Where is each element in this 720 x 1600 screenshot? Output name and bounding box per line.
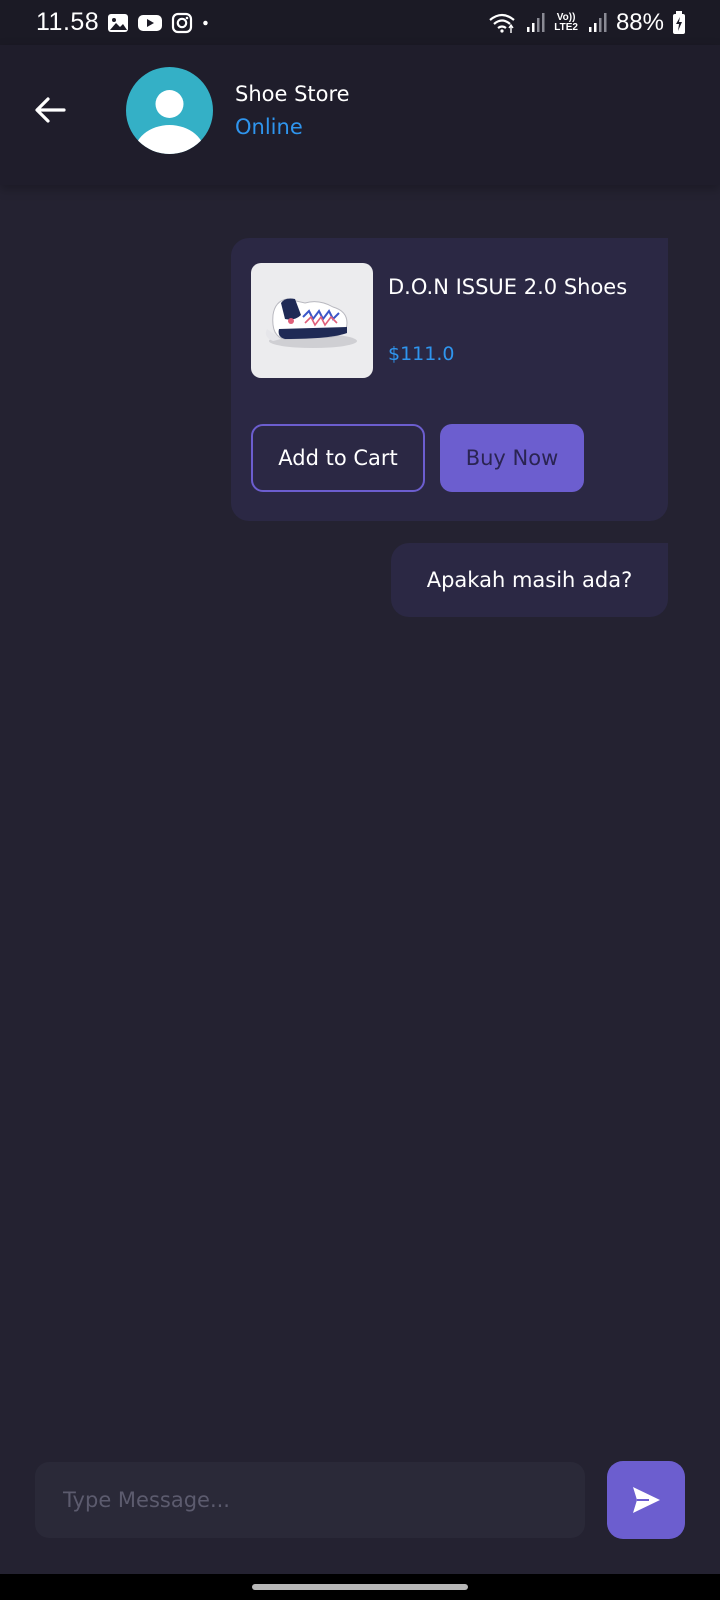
product-image (251, 263, 373, 378)
message-input[interactable] (35, 1462, 585, 1538)
back-arrow-icon (35, 97, 66, 123)
dot-icon (203, 20, 208, 25)
back-button[interactable] (30, 90, 70, 130)
text-message-bubble: Apakah masih ada? (391, 543, 668, 617)
signal-icon (588, 12, 607, 32)
status-bar: 11.58 Vo)) LTE2 88% (0, 0, 720, 45)
instagram-icon (172, 12, 193, 33)
lte-top: Vo)) (556, 11, 576, 23)
navigation-bar (0, 1574, 720, 1600)
shoe-icon (265, 298, 357, 348)
battery-icon (673, 10, 685, 34)
product-name: D.O.N ISSUE 2.0 Shoes (388, 275, 628, 299)
status-time: 11.58 (36, 8, 100, 36)
youtube-icon (138, 14, 163, 31)
buy-now-button[interactable]: Buy Now (440, 424, 584, 492)
lte-bottom: LTE2 (554, 21, 578, 33)
product-message-bubble: D.O.N ISSUE 2.0 Shoes $111.0 Add to Cart… (231, 238, 668, 521)
lte-indicator: Vo)) LTE2 (554, 11, 578, 33)
store-name: Shoe Store (235, 82, 350, 106)
gallery-icon (108, 13, 129, 32)
product-price: $111.0 (388, 343, 455, 365)
wifi-icon (489, 13, 515, 33)
online-status: Online (235, 115, 303, 139)
status-right: Vo)) LTE2 88% (488, 9, 686, 37)
add-to-cart-button[interactable]: Add to Cart (251, 424, 425, 492)
send-icon (633, 1487, 660, 1513)
status-left: 11.58 (36, 8, 215, 37)
home-indicator[interactable] (252, 1584, 468, 1590)
battery-percent: 88% (615, 8, 664, 36)
message-input-container (35, 1462, 585, 1538)
avatar (126, 67, 213, 154)
chat-header: Shoe Store Online (0, 45, 720, 185)
person-icon (133, 90, 206, 154)
send-button[interactable] (607, 1461, 685, 1539)
signal-icon (527, 12, 545, 32)
